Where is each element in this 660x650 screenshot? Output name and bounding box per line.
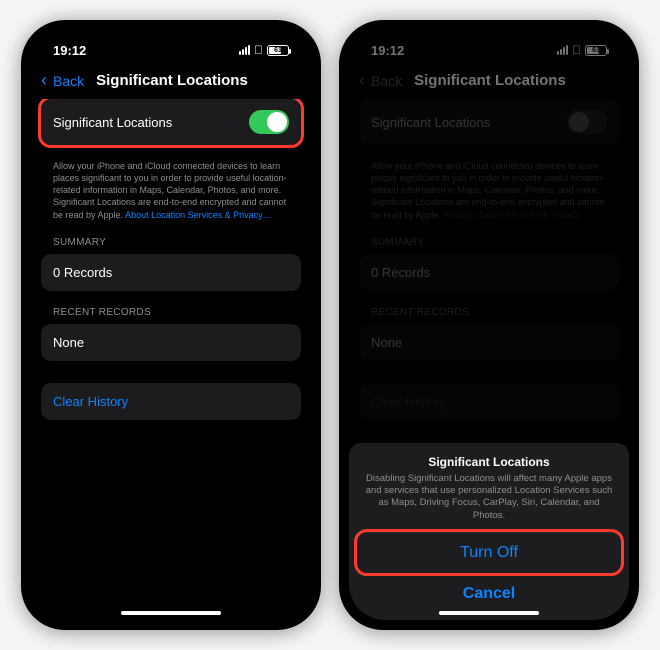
- clock: 19:12: [371, 43, 404, 58]
- recent-value: None: [53, 335, 84, 350]
- summary-cell[interactable]: 0 Records: [41, 254, 301, 291]
- sheet-message: Disabling Significant Locations will aff…: [357, 473, 621, 532]
- signal-icon: [557, 45, 568, 55]
- battery-icon: 61: [267, 45, 289, 56]
- wifi-icon: 􀙇: [572, 43, 581, 57]
- phone-left: 19:12 􀙇 61 ‹ Back Significant Locations …: [21, 20, 321, 630]
- nav-bar: ‹ Back Significant Locations: [349, 64, 629, 99]
- toggle-footer: Allow your iPhone and iCloud connected d…: [359, 155, 619, 221]
- toggle-label: Significant Locations: [53, 115, 172, 130]
- content: Significant Locations Allow your iPhone …: [31, 99, 311, 620]
- summary-header: SUMMARY: [359, 221, 619, 254]
- sheet-title: Significant Locations: [357, 455, 621, 469]
- phone-right: 19:12 􀙇 61 ‹ Back Significant Locations …: [339, 20, 639, 630]
- wifi-icon: 􀙇: [254, 43, 263, 57]
- toggle-cell: Significant Locations: [41, 99, 301, 145]
- summary-value: 0 Records: [371, 265, 430, 280]
- notch: [434, 30, 544, 54]
- recent-cell[interactable]: None: [41, 324, 301, 361]
- clear-history-label: Clear History: [53, 394, 128, 409]
- recent-header: RECENT RECORDS: [41, 291, 301, 324]
- toggle-cell: Significant Locations: [359, 99, 619, 145]
- significant-locations-row: Significant Locations: [359, 99, 619, 145]
- back-button: Back: [371, 73, 402, 89]
- notch: [116, 30, 226, 54]
- significant-locations-toggle: [567, 110, 607, 134]
- toggle-footer: Allow your iPhone and iCloud connected d…: [41, 155, 301, 221]
- back-chevron-icon: ‹: [359, 70, 365, 91]
- action-sheet: Significant Locations Disabling Signific…: [349, 443, 629, 620]
- cancel-button[interactable]: Cancel: [357, 573, 621, 614]
- status-icons: 􀙇 61: [557, 43, 607, 57]
- privacy-link[interactable]: About Location Services & Privacy…: [125, 210, 272, 220]
- recent-value: None: [371, 335, 402, 350]
- toggle-knob: [569, 112, 589, 132]
- significant-locations-row: Significant Locations: [41, 99, 301, 145]
- summary-value: 0 Records: [53, 265, 112, 280]
- recent-header: RECENT RECORDS: [359, 291, 619, 324]
- turn-off-button[interactable]: Turn Off: [357, 532, 621, 573]
- signal-icon: [239, 45, 250, 55]
- page-title: Significant Locations: [90, 72, 301, 89]
- clear-history-label: Clear History: [371, 394, 446, 409]
- screen: 19:12 􀙇 61 ‹ Back Significant Locations …: [31, 30, 311, 620]
- battery-icon: 61: [585, 45, 607, 56]
- clock: 19:12: [53, 43, 86, 58]
- summary-header: SUMMARY: [41, 221, 301, 254]
- home-indicator[interactable]: [121, 611, 221, 615]
- nav-bar: ‹ Back Significant Locations: [31, 64, 311, 99]
- home-indicator[interactable]: [439, 611, 539, 615]
- summary-cell: 0 Records: [359, 254, 619, 291]
- significant-locations-toggle[interactable]: [249, 110, 289, 134]
- back-chevron-icon[interactable]: ‹: [41, 70, 47, 91]
- toggle-knob: [267, 112, 287, 132]
- toggle-label: Significant Locations: [371, 115, 490, 130]
- back-button[interactable]: Back: [53, 73, 84, 89]
- privacy-link: About Location Services & Privacy…: [443, 210, 590, 220]
- clear-history-button[interactable]: Clear History: [41, 383, 301, 420]
- status-icons: 􀙇 61: [239, 43, 289, 57]
- screen: 19:12 􀙇 61 ‹ Back Significant Locations …: [349, 30, 629, 620]
- recent-cell: None: [359, 324, 619, 361]
- clear-history-button: Clear History: [359, 383, 619, 420]
- page-title: Significant Locations: [408, 72, 619, 89]
